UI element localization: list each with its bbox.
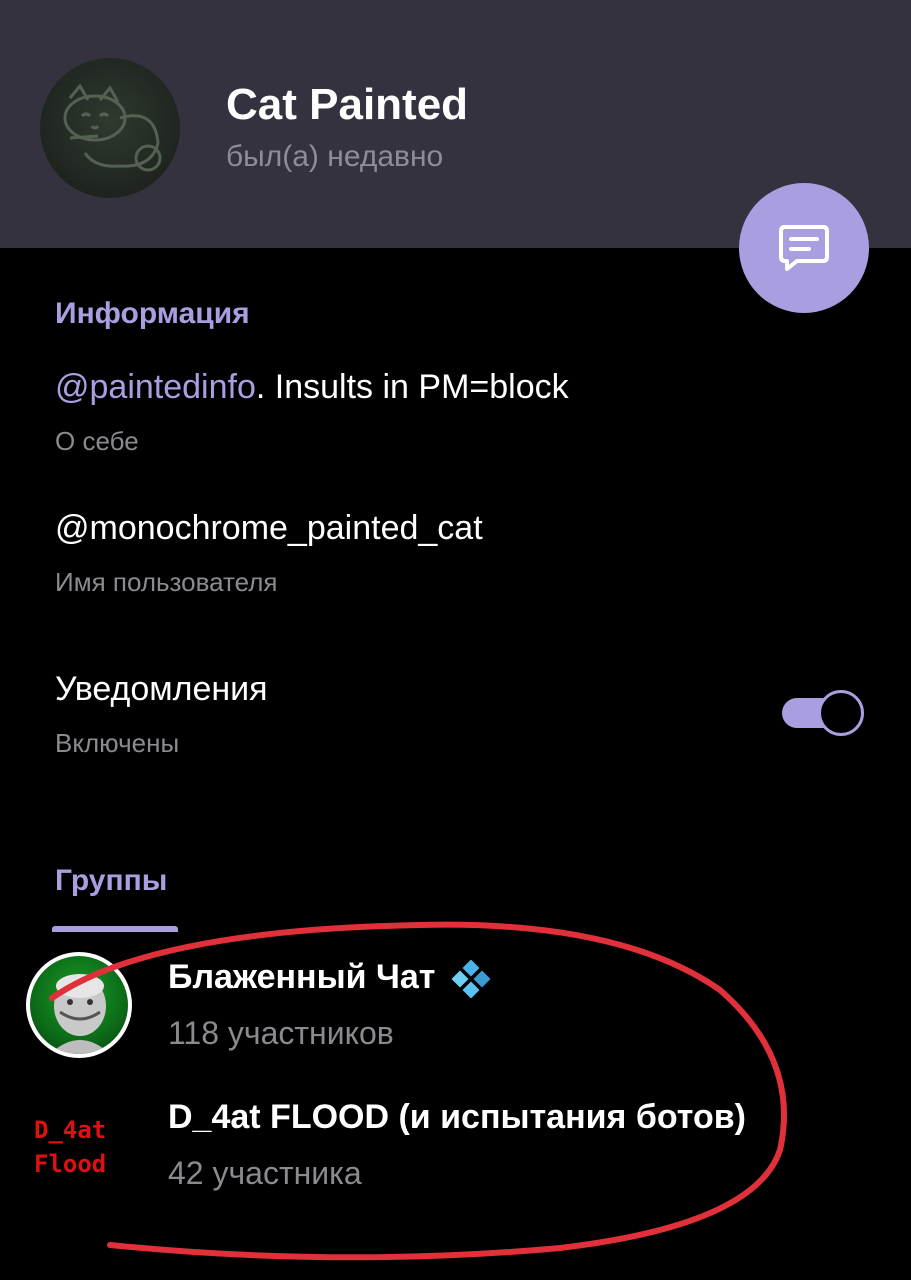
profile-avatar[interactable] [40, 58, 180, 198]
blue-diamond-icon [451, 959, 491, 999]
notifications-title[interactable]: Уведомления [55, 670, 268, 709]
message-bubble-icon [779, 225, 829, 271]
group-members: 42 участника [168, 1155, 362, 1191]
profile-name: Cat Painted [226, 80, 469, 129]
notifications-state: Включены [55, 728, 180, 758]
username-value[interactable]: @monochrome_painted_cat [55, 509, 483, 548]
group-members: 118 участников [168, 1015, 394, 1051]
group-avatar-text: D_4at [34, 1116, 107, 1144]
profile-status: был(а) недавно [226, 140, 444, 173]
group-name: D_4at FLOOD (и испытания ботов) [168, 1098, 746, 1136]
bio-text[interactable]: @paintedinfo. Insults in PM=block [55, 368, 569, 407]
face-avatar-image [50, 974, 110, 1054]
tab-indicator [52, 926, 178, 932]
bio-link[interactable]: @paintedinfo [55, 368, 256, 406]
info-section-title: Информация [55, 297, 250, 330]
group-avatar [26, 952, 132, 1058]
username-label: Имя пользователя [55, 567, 278, 597]
toggle-knob [818, 690, 864, 736]
bio-text-rest: . Insults in PM=block [255, 368, 569, 406]
group-avatar-text: Flood [34, 1150, 107, 1178]
group-name-text: Блаженный Чат [168, 958, 436, 996]
group-avatar: D_4at Flood [26, 1110, 136, 1180]
bio-label: О себе [55, 426, 139, 456]
cat-avatar-image [63, 83, 162, 172]
notifications-toggle[interactable] [782, 690, 864, 736]
tab-groups[interactable]: Группы [55, 864, 167, 898]
message-button[interactable] [739, 183, 869, 313]
group-name: Блаженный Чат [168, 958, 493, 999]
